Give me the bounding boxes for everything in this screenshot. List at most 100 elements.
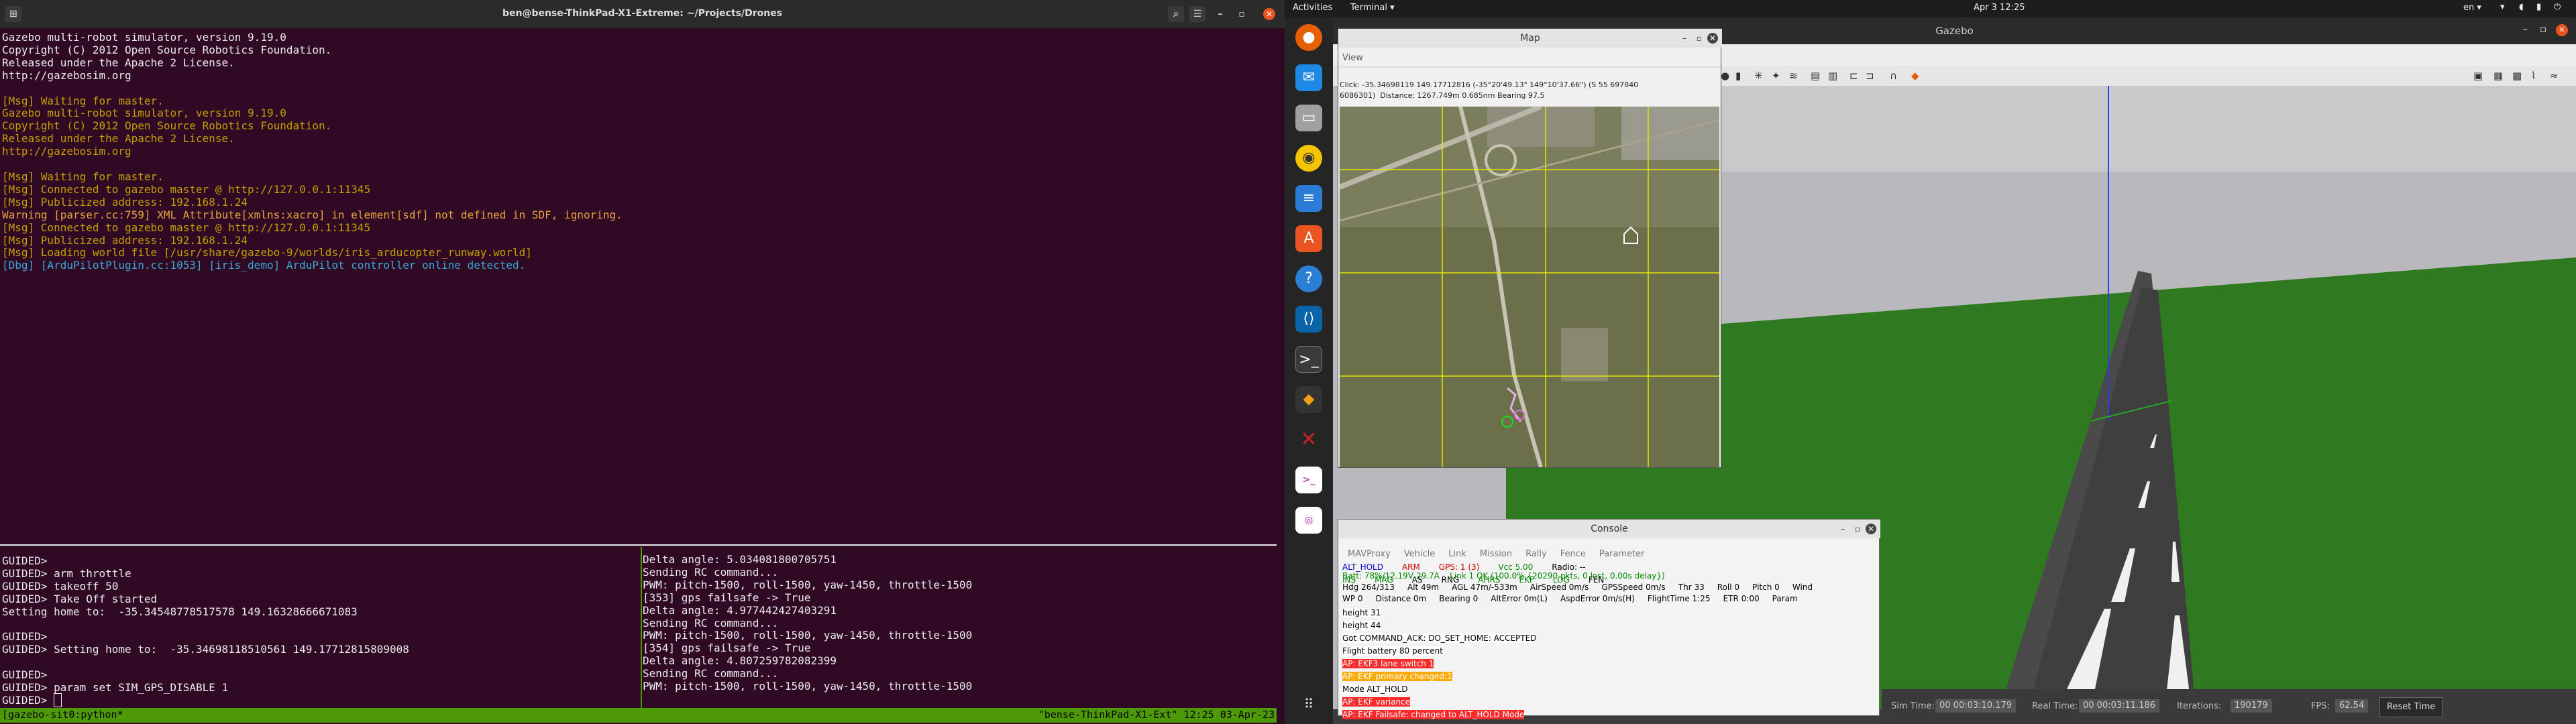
pane-line — [2, 619, 409, 631]
power-icon[interactable]: ⏻ — [2554, 2, 2561, 12]
pane-line — [2, 656, 409, 669]
rhythmbox-icon[interactable]: ◉ — [1295, 145, 1322, 172]
sphere-tool-icon[interactable]: ● — [1721, 70, 1729, 82]
help-icon[interactable]: ? — [1295, 265, 1322, 292]
snap-icon[interactable]: ⊐ — [1866, 70, 1874, 82]
language-indicator[interactable]: en ▾ — [2463, 3, 2481, 13]
terminal-output: Gazebo multi-robot simulator, version 9.… — [2, 31, 623, 272]
terminal-icon[interactable]: >_ — [1295, 346, 1322, 373]
maximize-icon[interactable]: ▫ — [1852, 524, 1863, 534]
minimize-icon[interactable]: – — [1679, 33, 1690, 44]
script-output-pane: Delta angle: 5.034081800705751 Sending RC… — [643, 553, 973, 693]
terminal-line: Released under the Apache 2 License. — [2, 56, 235, 69]
pane-line: PWM: pitch-1500, roll-1500, yaw-1450, th… — [643, 680, 973, 693]
pane-line: PWM: pitch-1500, roll-1500, yaw-1450, th… — [643, 578, 973, 591]
console-menu-item[interactable]: Link — [1448, 549, 1466, 559]
terminal-line: [Msg] Waiting for master. — [2, 170, 164, 183]
battery-icon[interactable]: ▮ — [2536, 2, 2541, 12]
search-icon[interactable]: ⌕ — [1168, 6, 1184, 22]
console-message: AP: EKF variance — [1342, 697, 1411, 707]
log-icon[interactable]: ▦ — [2493, 70, 2503, 82]
pane-line: GUIDED> — [2, 692, 409, 707]
align-icon[interactable]: ⊏ — [1849, 70, 1858, 82]
minimize-icon[interactable]: – — [1212, 6, 1228, 22]
map-titlebar[interactable]: Map – ▫ ✕ — [1338, 29, 1722, 48]
thunderbird-icon[interactable]: ✉ — [1295, 64, 1322, 91]
app-menu[interactable]: Terminal ▾ — [1350, 3, 1395, 13]
screenshot-icon[interactable]: ▣ — [2473, 70, 2483, 82]
console-menu-item[interactable]: Fence — [1560, 549, 1586, 559]
software-center-icon[interactable]: A — [1295, 225, 1322, 252]
joint-icon[interactable]: ∩ — [1890, 70, 1897, 82]
console-titlebar[interactable]: Console – ▫ ✕ — [1338, 520, 1880, 538]
map-window[interactable]: Map – ▫ ✕ View Click: -35.34698119 149.1… — [1338, 28, 1722, 468]
point-light-icon[interactable]: ✦ — [1772, 70, 1780, 82]
x-app-icon[interactable]: ✕ — [1295, 426, 1322, 453]
satellite-map[interactable] — [1340, 107, 1719, 467]
real-time-value: 00 00:03:11.186 — [2079, 699, 2160, 713]
close-icon[interactable]: ✕ — [2556, 24, 2568, 36]
console-window[interactable]: Console – ▫ ✕ MAVProxy Vehicle Link Mission… — [1338, 519, 1880, 719]
gazebo-icon[interactable]: ◆ — [1295, 386, 1322, 413]
cylinder-tool-icon[interactable]: ▮ — [1735, 70, 1741, 82]
map-view-menu[interactable]: View — [1342, 53, 1363, 64]
scrollbar[interactable] — [1277, 28, 1285, 724]
record-icon[interactable]: ◆ — [1911, 70, 1919, 82]
firefox-icon[interactable]: ● — [1295, 24, 1322, 51]
console-menu-item[interactable]: Parameter — [1599, 549, 1645, 559]
pane-line: Delta angle: 4.977442427403291 — [643, 603, 837, 617]
terminal-line: Copyright (C) 2012 Open Source Robotics … — [2, 119, 332, 133]
files-icon[interactable]: ▭ — [1295, 105, 1322, 131]
close-icon[interactable]: ✕ — [1263, 8, 1275, 20]
copy-icon[interactable]: ▤ — [1811, 70, 1820, 82]
pane-line: [354] gps failsafe -> True — [643, 642, 811, 655]
tmux-divider — [0, 544, 1277, 546]
volume-icon[interactable]: ◖ — [2519, 2, 2524, 12]
map-title: Map — [1520, 33, 1540, 44]
maximize-icon[interactable]: ▫ — [1234, 6, 1250, 22]
spot-light-icon[interactable]: ≋ — [1789, 70, 1798, 82]
mavproxy-app-icon[interactable]: >_ — [1295, 467, 1322, 493]
terminal-line: http://gazebosim.org — [2, 145, 131, 158]
menu-icon[interactable]: ☰ — [1189, 6, 1205, 22]
console-title: Console — [1591, 524, 1628, 534]
pane-line: PWM: pitch-1500, roll-1500, yaw-1450, th… — [643, 629, 973, 642]
clock[interactable]: Apr 3 12:25 — [1974, 3, 2025, 13]
gazebo-status-bar: Sim Time: 00 00:03:10.179 Real Time: 00 … — [1882, 689, 2576, 724]
wifi-icon[interactable]: ▾ — [2500, 2, 2505, 12]
pane-line: Setting home to: -35.34548778517578 149.… — [2, 605, 358, 618]
mavproxy-console-icon[interactable]: ◎ — [1295, 507, 1322, 534]
sun-light-icon[interactable]: ✳ — [1754, 70, 1763, 82]
reset-time-button[interactable]: Reset Time — [2379, 697, 2443, 717]
console-menu-item[interactable]: Mission — [1480, 549, 1512, 559]
pane-line: GUIDED> Take Off started — [2, 592, 158, 605]
vscode-icon[interactable]: ⟨⟩ — [1295, 306, 1322, 333]
console-message: AP: EKF3 lane switch 1 — [1342, 659, 1434, 668]
activities-button[interactable]: Activities — [1293, 3, 1332, 13]
maximize-icon[interactable]: ▫ — [1694, 33, 1705, 44]
console-message: height 31 — [1342, 608, 1381, 617]
console-message: height 44 — [1342, 621, 1381, 630]
chart-icon[interactable]: ≈ — [2550, 70, 2559, 82]
plot-icon[interactable]: ⌇ — [2531, 70, 2536, 82]
writer-icon[interactable]: ≡ — [1295, 185, 1322, 212]
minimize-icon[interactable]: – — [2523, 23, 2528, 35]
show-apps-icon[interactable]: ⠿ — [1295, 690, 1322, 717]
console-menu-item[interactable]: MAVProxy — [1348, 549, 1391, 559]
close-icon[interactable]: ✕ — [1707, 33, 1718, 44]
map-click-info: Click: -35.34698119 149.17712816 (-35°20… — [1340, 80, 1639, 89]
paste-icon[interactable]: ▥ — [1828, 70, 1837, 82]
fps-label: FPS: — [2311, 701, 2330, 711]
video-icon[interactable]: ▩ — [2512, 70, 2522, 82]
mavproxy-pane[interactable]: GUIDED> GUIDED> arm throttle GUIDED> takeo… — [2, 554, 409, 707]
close-icon[interactable]: ✕ — [1866, 524, 1876, 534]
maximize-icon[interactable]: ▫ — [2540, 23, 2546, 35]
console-menubar: MAVProxy Vehicle Link Mission Rally Fence Para… — [1348, 546, 1658, 560]
terminal-window[interactable]: ⊞ ben@bense-ThinkPad-X1-Extreme: ~/Proje… — [0, 0, 1285, 724]
terminal-line: [Msg] Publicized address: 192.168.1.24 — [2, 195, 248, 208]
map-divider — [1338, 66, 1721, 68]
console-menu-item[interactable]: Vehicle — [1404, 549, 1436, 559]
console-menu-item[interactable]: Rally — [1525, 549, 1547, 559]
minimize-icon[interactable]: – — [1837, 524, 1848, 534]
terminal-titlebar[interactable]: ⊞ ben@bense-ThinkPad-X1-Extreme: ~/Proje… — [0, 0, 1285, 28]
